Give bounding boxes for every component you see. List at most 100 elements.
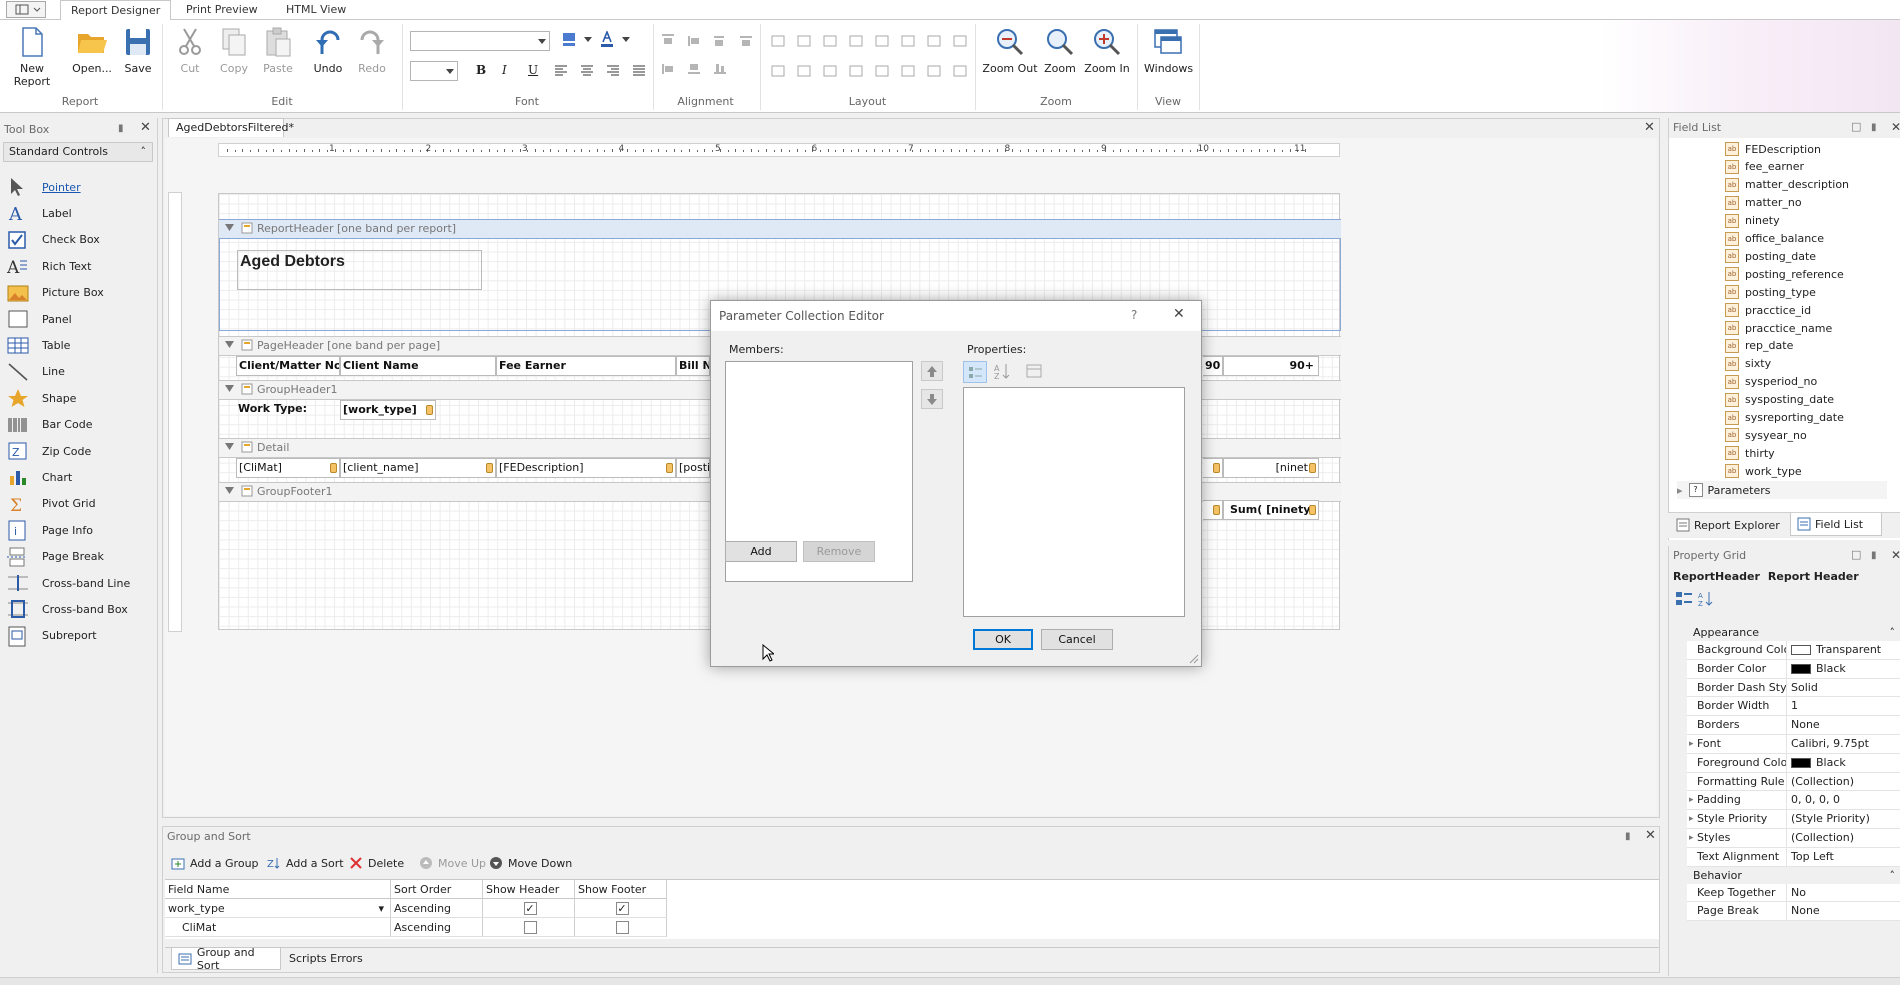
field-item[interactable]: ab thirty <box>1725 444 1775 462</box>
property-row[interactable]: Background Colo Transparent <box>1687 641 1900 660</box>
property-row[interactable]: ▸ Style Priority (Style Priority) <box>1687 810 1900 829</box>
move-up-button[interactable] <box>921 361 943 381</box>
toolbox-category[interactable]: Standard Controls ˄ <box>3 142 153 162</box>
pin-icon[interactable]: ▮ <box>1871 550 1877 561</box>
undo-button[interactable]: Undo <box>308 24 348 88</box>
show-header-cell[interactable] <box>483 918 575 937</box>
close-icon[interactable]: ✕ <box>1891 548 1900 562</box>
property-row[interactable]: ▸ Styles (Collection) <box>1687 829 1900 848</box>
copy-button[interactable]: Copy <box>214 24 254 88</box>
column-header-show-footer[interactable]: Show Footer <box>575 880 667 899</box>
field-item[interactable]: ab sixty <box>1725 355 1771 373</box>
zoom-out-button[interactable]: Zoom Out <box>982 24 1038 88</box>
chevron-down-icon[interactable] <box>584 37 592 43</box>
categorized-button[interactable] <box>963 361 987 383</box>
property-pages-button[interactable] <box>1023 361 1047 383</box>
report-title-label[interactable]: Aged Debtors <box>237 250 482 290</box>
save-button[interactable]: Save <box>120 24 156 88</box>
field-item[interactable]: ab rep_date <box>1725 337 1793 355</box>
italic-button[interactable]: I <box>502 63 516 79</box>
field-name-cell[interactable]: work_type ▾ <box>165 899 391 918</box>
pin-icon[interactable]: ▮ <box>118 123 124 134</box>
show-footer-checkbox[interactable]: ✓ <box>615 902 629 915</box>
property-row[interactable]: Keep Together No <box>1687 883 1900 903</box>
property-category[interactable]: Behavior ˄ <box>1687 866 1900 884</box>
zoom-button[interactable]: Zoom <box>1042 24 1078 88</box>
field-item[interactable]: ab fee_earner <box>1725 158 1804 176</box>
paste-button[interactable]: Paste <box>258 24 298 88</box>
tab-scripts-errors[interactable]: Scripts Errors <box>289 952 363 965</box>
group-header-work-type-field[interactable]: [work_type] <box>340 400 436 420</box>
property-row[interactable]: ▸ Padding 0, 0, 0, 0 <box>1687 791 1900 811</box>
detail-cell-fe-description[interactable]: [FEDescription] <box>496 458 676 478</box>
show-header-checkbox[interactable]: ✓ <box>523 902 537 915</box>
toolbox-item-subreport[interactable]: Subreport <box>6 621 156 651</box>
field-item[interactable]: ab posting_date <box>1725 247 1816 265</box>
property-row[interactable]: Formatting Rule (Collection) <box>1687 772 1900 792</box>
selected-object[interactable]: ReportHeader Report Header <box>1673 568 1899 586</box>
detail-cell-ninety-left[interactable] <box>1203 458 1223 478</box>
ok-button[interactable]: OK <box>973 629 1033 650</box>
tab-field-list[interactable]: Field List <box>1790 513 1882 536</box>
detail-cell-client-name[interactable]: [client_name] <box>340 458 496 478</box>
resize-grip-icon[interactable] <box>1189 654 1199 664</box>
field-item[interactable]: ab sysyear_no <box>1725 426 1807 444</box>
header-cell-fee-earner[interactable]: Fee Earner <box>496 356 676 376</box>
application-menu-button[interactable] <box>6 1 46 18</box>
field-item[interactable]: ab posting_type <box>1725 283 1816 301</box>
field-item[interactable]: ab pracctice_name <box>1725 319 1832 337</box>
move-down-button[interactable] <box>921 389 943 409</box>
detail-cell-ninety[interactable]: [ninet <box>1223 458 1319 478</box>
field-item[interactable]: ab FEDescription <box>1725 140 1821 158</box>
align-right-icon[interactable] <box>606 65 620 77</box>
move-down-button[interactable]: Move Down <box>489 853 572 873</box>
tab-print-preview[interactable]: Print Preview <box>176 0 268 20</box>
field-item[interactable]: ab posting_reference <box>1725 265 1844 283</box>
property-row[interactable]: ▸ Font Calibri, 9.75pt <box>1687 735 1900 754</box>
bold-button[interactable]: B <box>476 63 490 79</box>
font-name-combo[interactable] <box>410 31 550 51</box>
close-icon[interactable]: ✕ <box>1173 306 1185 322</box>
show-footer-cell[interactable]: ✓ <box>575 899 667 918</box>
underline-button[interactable]: U <box>528 63 542 79</box>
smart-tag-icon[interactable] <box>330 463 337 473</box>
header-cell-client-matter[interactable]: Client/Matter No <box>236 356 340 376</box>
sort-order-cell[interactable]: Ascending <box>391 918 483 937</box>
property-row[interactable]: Borders None <box>1687 716 1900 735</box>
property-row[interactable]: Border Dash Sty Solid <box>1687 678 1900 698</box>
windows-button[interactable]: Windows <box>1144 24 1193 88</box>
close-icon[interactable]: ✕ <box>1644 120 1658 135</box>
parameters-node[interactable]: ▸ ? Parameters <box>1677 481 1887 499</box>
collapse-band-icon[interactable] <box>225 443 234 450</box>
column-header-sort-order[interactable]: Sort Order <box>391 880 483 899</box>
maximize-icon[interactable]: □ <box>1851 548 1861 561</box>
tab-html-view[interactable]: HTML View <box>276 0 356 20</box>
redo-button[interactable]: Redo <box>352 24 392 88</box>
close-icon[interactable]: ✕ <box>1645 828 1656 843</box>
property-row[interactable]: Border Color Black <box>1687 659 1900 679</box>
pin-icon[interactable]: ▮ <box>1625 831 1631 842</box>
column-header-field-name[interactable]: Field Name <box>165 880 391 899</box>
collapse-band-icon[interactable] <box>225 385 234 392</box>
dropdown-arrow-icon[interactable]: ▾ <box>378 899 384 918</box>
column-header-show-header[interactable]: Show Header <box>483 880 575 899</box>
tab-report-explorer[interactable]: Report Explorer <box>1676 515 1780 535</box>
align-left-icon[interactable] <box>554 65 568 77</box>
remove-button[interactable]: Remove <box>803 541 875 562</box>
document-tab[interactable]: AgedDebtorsFiltered* <box>168 118 294 137</box>
header-cell-90[interactable]: 90 <box>1203 356 1223 376</box>
help-button[interactable]: ? <box>1131 308 1137 322</box>
zoom-in-button[interactable]: Zoom In <box>1082 24 1132 88</box>
tab-report-designer[interactable]: Report Designer <box>60 0 172 21</box>
chevron-down-icon[interactable] <box>622 37 630 43</box>
show-footer-cell[interactable] <box>575 918 667 937</box>
close-icon[interactable]: ✕ <box>1891 120 1900 134</box>
new-report-button[interactable]: New Report <box>2 24 62 88</box>
smart-tag-icon[interactable] <box>486 463 493 473</box>
smart-tag-icon[interactable] <box>1213 505 1220 515</box>
sort-order-cell[interactable]: Ascending <box>391 899 483 918</box>
property-row[interactable]: Text Alignment Top Left <box>1687 847 1900 867</box>
cancel-button[interactable]: Cancel <box>1041 629 1113 650</box>
field-item[interactable]: ab office_balance <box>1725 230 1824 248</box>
collapse-band-icon[interactable] <box>225 487 234 494</box>
